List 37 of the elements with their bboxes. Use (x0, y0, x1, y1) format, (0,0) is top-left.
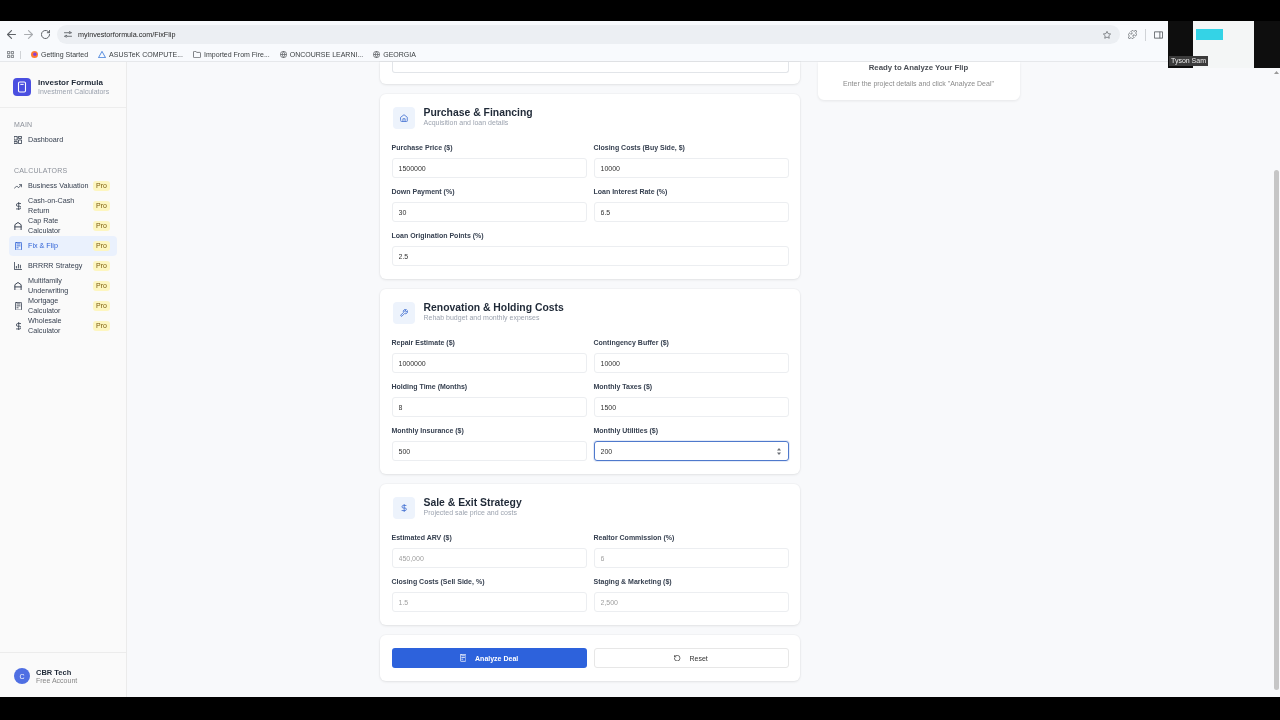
reload-icon[interactable] (41, 30, 50, 39)
house-icon (392, 107, 415, 129)
triangle-logo-icon (98, 51, 107, 58)
side-panel-icon[interactable] (1154, 30, 1163, 39)
input-field[interactable] (391, 62, 789, 73)
calculator-icon (14, 301, 22, 311)
dollar-icon (15, 321, 21, 331)
dollar-icon (15, 201, 21, 211)
folder-icon (193, 51, 201, 58)
logo-placeholder (1196, 29, 1223, 40)
globe-icon (279, 51, 287, 58)
grid-icon (14, 136, 22, 144)
round-logo-icon (31, 51, 38, 58)
globe-icon (373, 51, 381, 58)
site-settings-icon[interactable] (64, 31, 72, 38)
trend-up-icon (14, 183, 22, 189)
calculator-icon (14, 241, 22, 251)
section-title: Sale & Exit Strategy (423, 497, 522, 509)
section-title: Renovation & Holding Costs (423, 302, 564, 314)
back-icon[interactable] (7, 30, 16, 39)
apps-grid-icon[interactable] (7, 51, 14, 58)
forward-icon[interactable] (24, 30, 33, 39)
section-title: Purchase & Financing (423, 107, 533, 119)
building-icon (14, 281, 22, 291)
bookmark-star-icon[interactable] (1103, 30, 1111, 39)
scroll-up-icon[interactable] (1273, 71, 1279, 74)
wrench-icon (392, 302, 415, 324)
reset-icon (674, 654, 681, 662)
app-title: Investor Formula (38, 77, 104, 88)
bar-chart-icon (14, 262, 22, 270)
spinner-arrows-icon[interactable] (776, 447, 781, 455)
scrollbar-thumb[interactable] (1273, 170, 1279, 690)
extensions-icon[interactable] (1128, 30, 1137, 39)
building-icon (14, 221, 22, 231)
calculator-logo-icon (13, 77, 31, 96)
calculator-icon (459, 654, 467, 662)
dollar-icon (392, 497, 415, 519)
